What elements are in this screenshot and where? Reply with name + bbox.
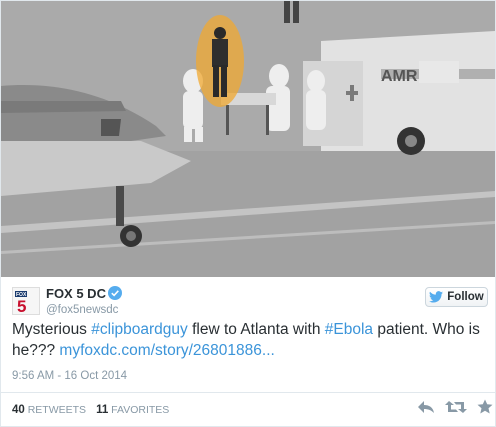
tweet-photo[interactable]: AMR [1,1,495,277]
tweet-actions [417,399,493,414]
tweet-header: FOX 5 FOX 5 DC @fox5newsdc Follow [1,277,495,317]
divider [1,392,495,393]
author-handle[interactable]: @fox5newsdc [46,304,118,316]
twitter-bird-icon [429,291,444,303]
tweet-card: AMR FOX 5 FOX 5 DC @fox5newsdc Follow My… [0,0,496,427]
story-link[interactable]: myfoxdc.com/story/26801886... [59,342,274,359]
retweets-count: 40 [12,404,25,416]
tweet-stats: 40 RETWEETS 11 FAVORITES [12,404,169,416]
author-name[interactable]: FOX 5 DC [46,286,106,301]
tweet-text-part: Mysterious [12,321,92,338]
verified-badge-icon [108,286,122,300]
favorites-stat[interactable]: 11 FAVORITES [96,404,169,416]
avatar[interactable]: FOX 5 [12,287,40,316]
hashtag-clipboardguy[interactable]: #clipboardguy [91,321,188,338]
retweets-stat[interactable]: 40 RETWEETS [12,404,86,416]
favorite-star-icon[interactable] [477,399,493,414]
follow-label: Follow [447,291,484,303]
follow-button[interactable]: Follow [425,287,488,307]
reply-icon[interactable] [417,400,435,414]
favorites-count: 11 [96,404,109,416]
retweet-icon[interactable] [445,400,467,414]
retweets-label: RETWEETS [27,404,87,416]
ambulance-logo-text: AMR [381,68,418,85]
fox5-logo-icon: FOX 5 [13,288,39,316]
tweet-text-part: flew to Atlanta with [187,321,325,338]
svg-text:5: 5 [17,297,26,314]
tweet-timestamp[interactable]: 9:56 AM - 16 Oct 2014 [12,370,127,382]
hashtag-ebola[interactable]: #Ebola [325,321,373,338]
tweet-text: Mysterious #clipboardguy flew to Atlanta… [12,319,486,361]
tarmac-scene-image: AMR [1,1,495,277]
favorites-label: FAVORITES [111,404,170,416]
